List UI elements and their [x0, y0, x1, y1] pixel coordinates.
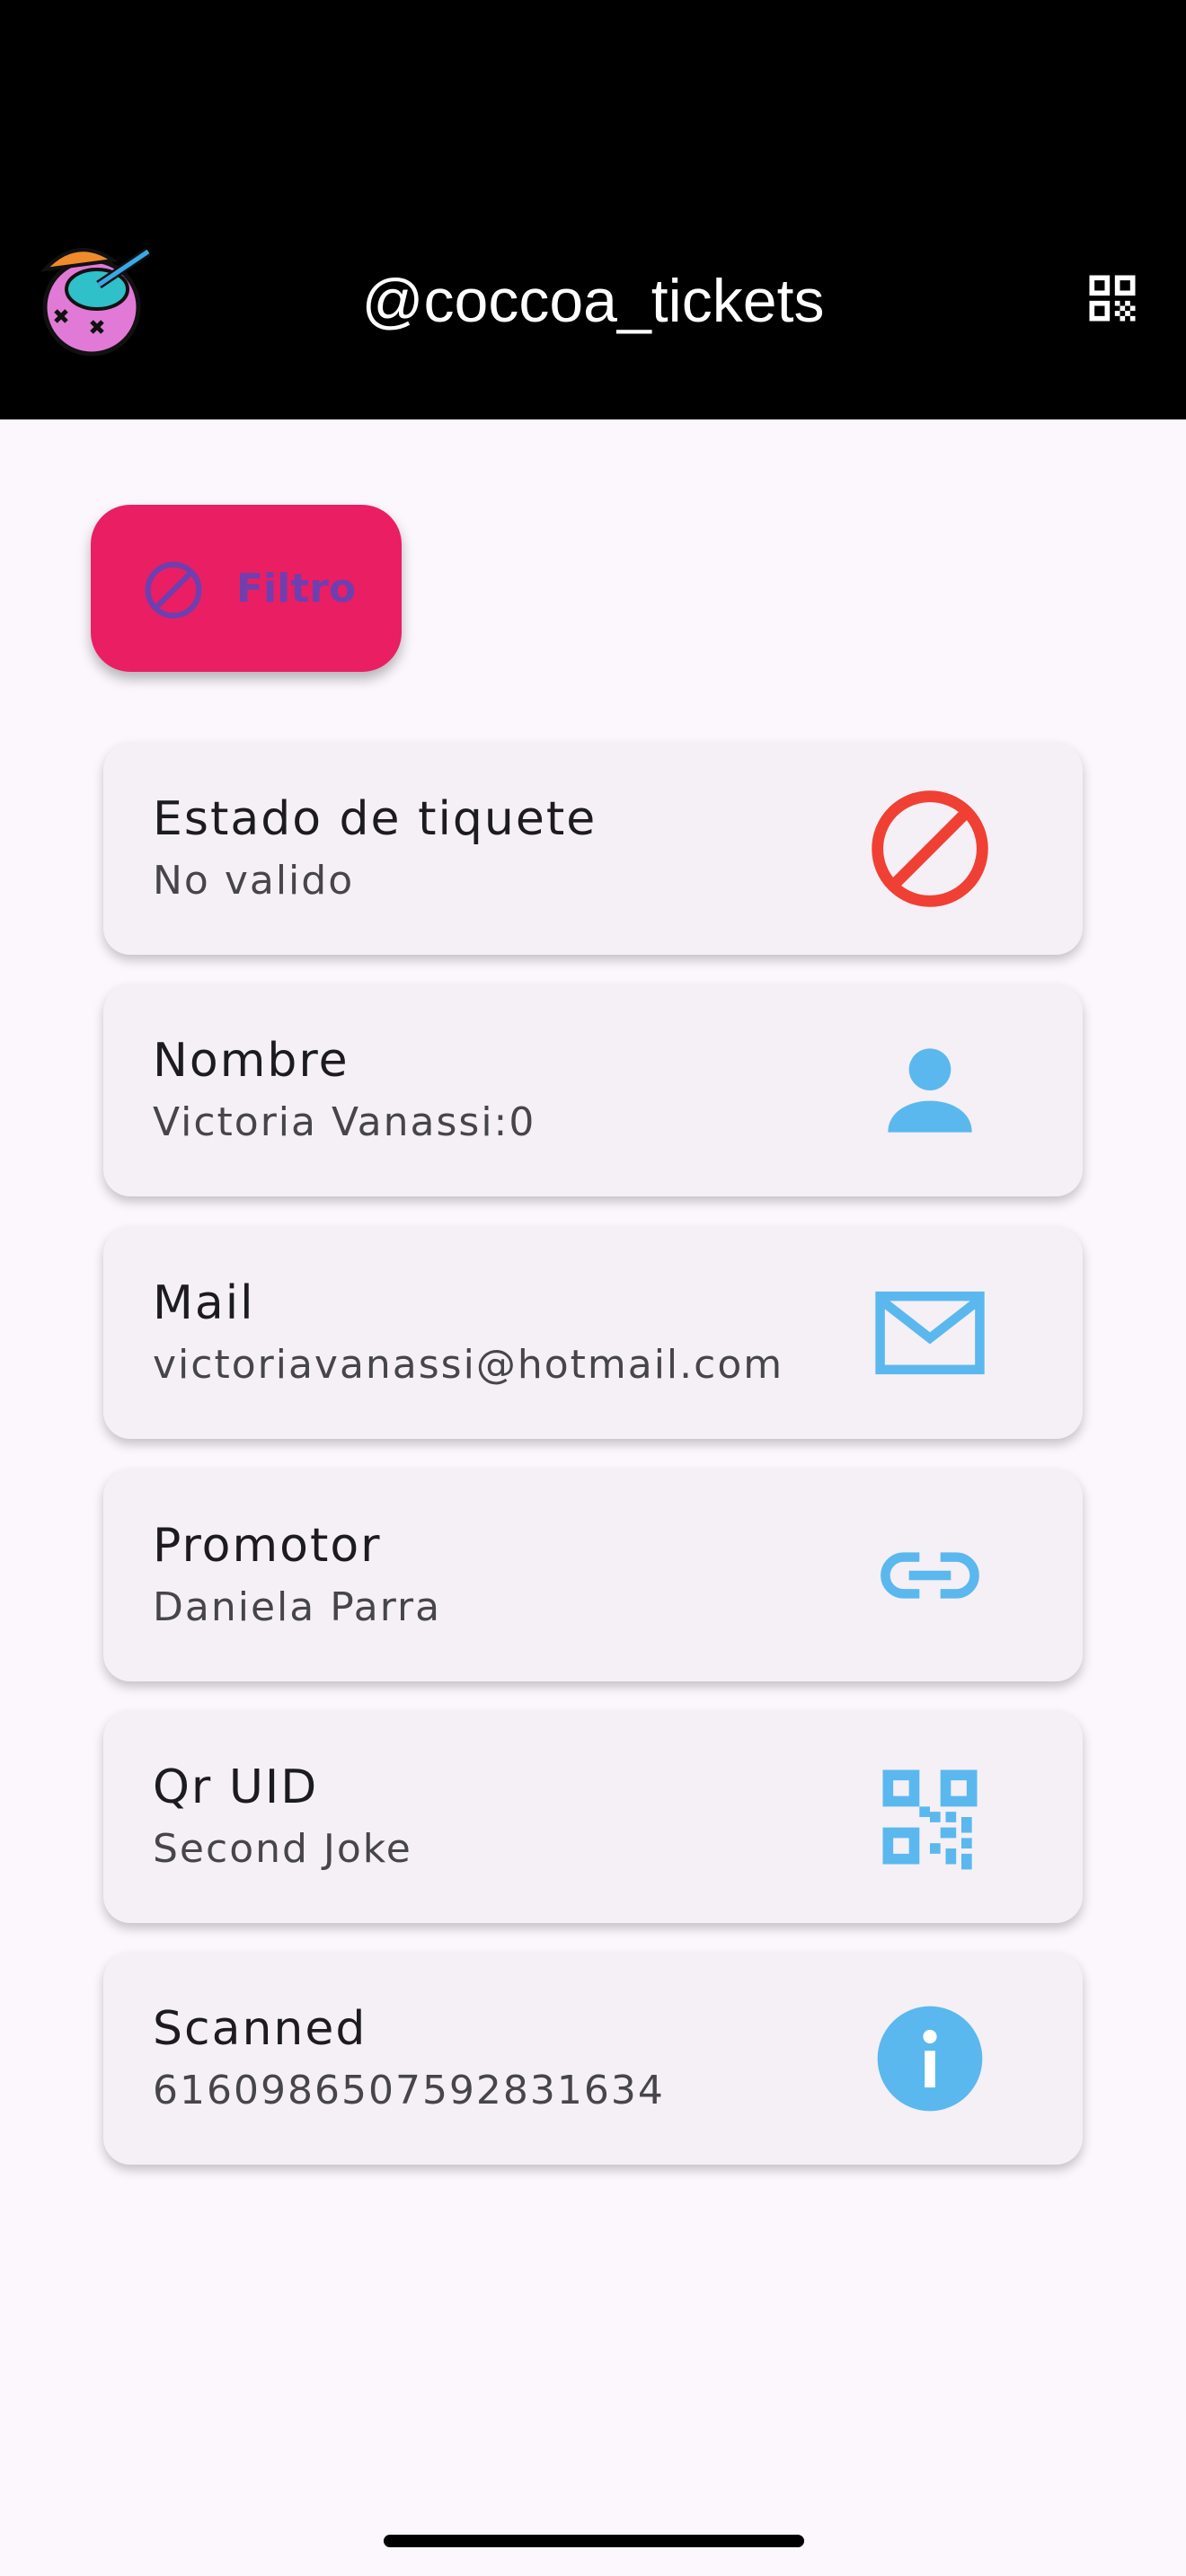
card-label: Scanned	[153, 2002, 367, 2056]
card-value: No valido	[153, 858, 355, 904]
card-label: Qr UID	[153, 1760, 319, 1814]
filter-button-label: Filtro	[236, 566, 357, 612]
block-icon	[145, 561, 202, 619]
card-value: Daniela Parra	[153, 1584, 442, 1630]
home-indicator[interactable]	[384, 2535, 804, 2547]
person-icon	[888, 1048, 972, 1133]
card-label: Estado de tiquete	[153, 792, 597, 846]
card-scanned[interactable]: Scanned 6160986507592831634	[103, 1953, 1083, 2165]
card-promoter[interactable]: Promotor Daniela Parra	[103, 1469, 1083, 1681]
qr-code-icon	[882, 1769, 978, 1870]
card-label: Mail	[153, 1276, 255, 1330]
card-value: Victoria Vanassi:0	[153, 1099, 536, 1145]
info-icon	[877, 2006, 983, 2112]
card-value: victoriavanassi@hotmail.com	[153, 1342, 784, 1388]
card-label: Promotor	[153, 1519, 382, 1573]
block-icon	[872, 790, 988, 907]
link-icon	[881, 1552, 979, 1599]
card-value: 6160986507592831634	[153, 2068, 665, 2113]
page-title: @coccoa_tickets	[361, 267, 825, 335]
card-label: Nombre	[153, 1034, 350, 1088]
card-value: Second Joke	[153, 1826, 412, 1872]
qr-code-icon[interactable]	[1082, 268, 1143, 329]
card-name[interactable]: Nombre Victoria Vanassi:0	[103, 984, 1083, 1196]
app-bar: @coccoa_tickets	[0, 0, 1186, 419]
card-mail[interactable]: Mail victoriavanassi@hotmail.com	[103, 1227, 1083, 1439]
mail-icon	[875, 1291, 985, 1375]
filter-button[interactable]: Filtro	[91, 505, 402, 672]
card-qr-uid[interactable]: Qr UID Second Joke	[103, 1711, 1083, 1923]
card-ticket-status[interactable]: Estado de tiquete No valido	[103, 743, 1083, 955]
